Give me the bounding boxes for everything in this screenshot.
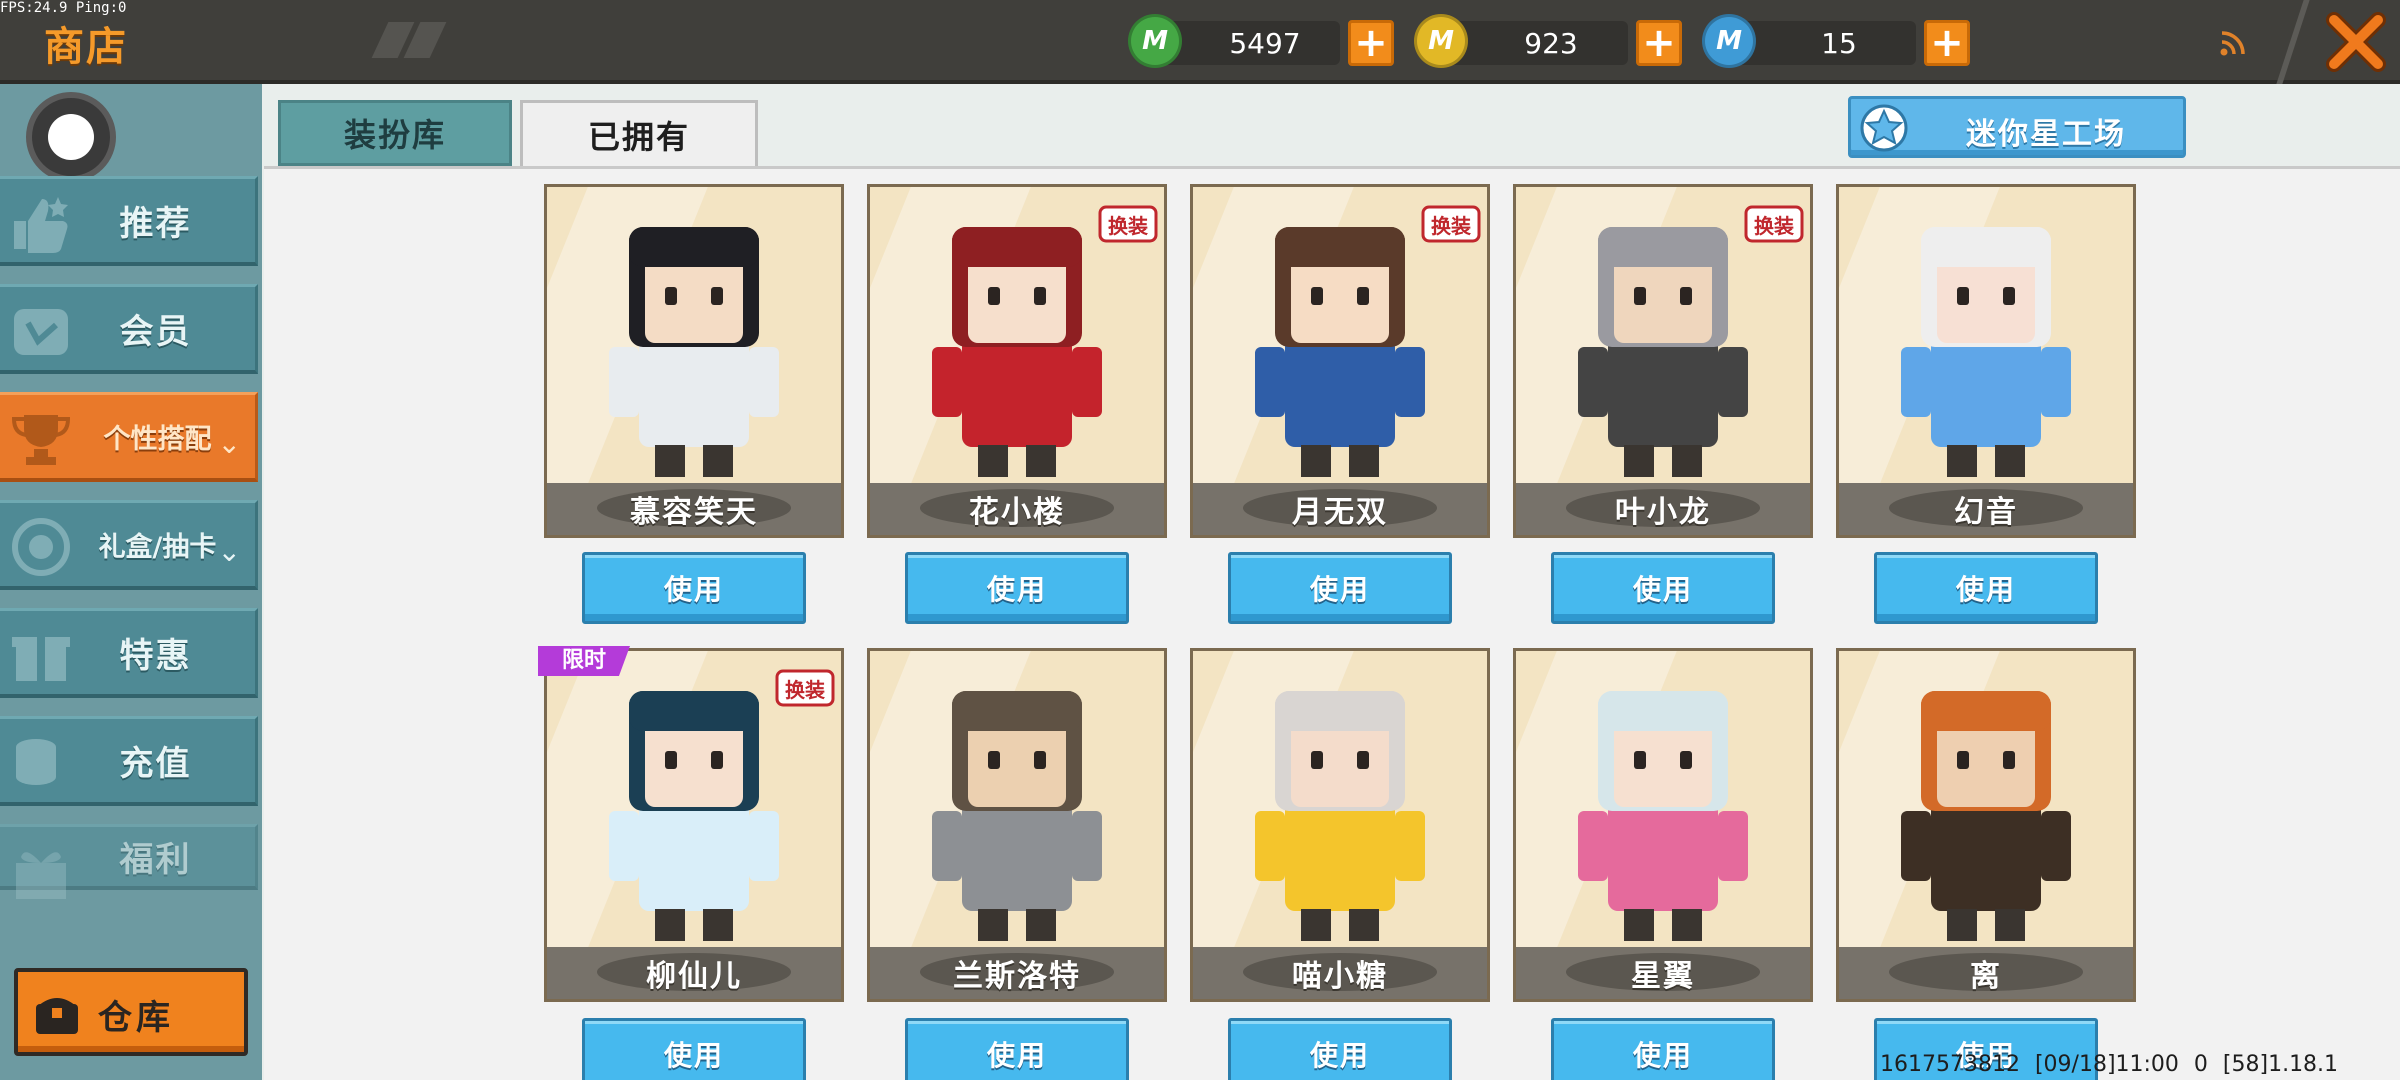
header-divider	[2276, 0, 2310, 84]
skin-card[interactable]: 换装柳仙儿	[544, 648, 844, 1002]
use-skin-button[interactable]: 使用	[1228, 552, 1452, 624]
tab-outfit-library[interactable]: 装扮库	[278, 100, 512, 166]
character-portrait	[932, 691, 1102, 941]
chevron-down-icon: ⌄	[217, 427, 241, 460]
sidebar-item-style[interactable]: 个性搭配 ⌄	[0, 392, 258, 482]
skin-name: 离	[1970, 959, 2002, 994]
blue-star-coin-icon: M	[1702, 14, 1756, 68]
use-skin-button[interactable]: 使用	[582, 1018, 806, 1080]
skin-card[interactable]: 喵小糖	[1190, 648, 1490, 1002]
skin-name: 花小楼	[969, 495, 1065, 530]
sidebar-item-label: 充值	[119, 744, 192, 784]
chevron-down-icon: ⌄	[217, 535, 241, 568]
sidebar-item-lottery[interactable]: 礼盒/抽卡 ⌄	[0, 500, 258, 590]
skin-name: 兰斯洛特	[953, 959, 1081, 994]
skin-card[interactable]: 离	[1836, 648, 2136, 1002]
skin-name: 慕容笑天	[630, 495, 758, 530]
sidebar-item-vip[interactable]: 会员	[0, 284, 258, 374]
badge-text: 换装	[1108, 214, 1148, 238]
sidebar-item-recommend[interactable]: 推荐	[0, 176, 258, 266]
warehouse-button[interactable]: 仓库	[14, 968, 248, 1056]
sidebar-item-label: 福利	[119, 840, 192, 880]
close-button[interactable]	[2320, 6, 2392, 78]
sidebar-item-special-offers[interactable]: 特惠	[0, 608, 258, 698]
use-skin-button[interactable]: 使用	[905, 1018, 1129, 1080]
skin-card[interactable]: 换装花小楼	[867, 184, 1167, 538]
skin-card[interactable]: 换装叶小龙	[1513, 184, 1813, 538]
badge-text: 换装	[785, 678, 825, 702]
use-skin-button[interactable]: 使用	[1874, 552, 2098, 624]
use-skin-button[interactable]: 使用	[1228, 1018, 1452, 1080]
mini-workshop-button[interactable]: 迷你星工场	[1848, 96, 2186, 158]
chest-icon	[36, 998, 78, 1034]
use-skin-button[interactable]: 使用	[1551, 1018, 1775, 1080]
outfit-change-badge-icon: 换装	[1421, 205, 1481, 243]
skin-card[interactable]: 兰斯洛特	[867, 648, 1167, 1002]
skin-card[interactable]: 慕容笑天	[544, 184, 844, 538]
page-title: 商店	[44, 24, 128, 70]
stars-count: 15	[1821, 27, 1857, 60]
gems-count: 5497	[1229, 27, 1301, 60]
skin-name: 月无双	[1292, 495, 1388, 530]
character-portrait	[609, 227, 779, 477]
outfit-change-badge-icon: 换装	[1098, 205, 1158, 243]
character-portrait	[1901, 227, 2071, 477]
skin-card[interactable]: 幻音	[1836, 184, 2136, 538]
top-bar: FPS:24.9 Ping:0 商店 M 5497 + M 923 + M 15…	[0, 0, 2400, 84]
mini-workshop-label: 迷你星工场	[1966, 117, 2126, 152]
green-gem-icon: M	[1128, 14, 1182, 68]
skin-card[interactable]: 换装月无双	[1190, 184, 1490, 538]
avatar[interactable]	[26, 92, 116, 182]
limited-time-badge: 限时	[538, 646, 630, 676]
coins-count: 923	[1524, 27, 1578, 60]
skin-name: 幻音	[1954, 495, 2018, 530]
add-gems-button[interactable]: +	[1348, 20, 1394, 66]
add-stars-button[interactable]: +	[1924, 20, 1970, 66]
outfit-change-badge-icon: 换装	[775, 669, 835, 707]
skin-name: 柳仙儿	[646, 959, 742, 994]
use-skin-button[interactable]: 使用	[905, 552, 1129, 624]
build-info: 1617573812 [09/18]11:00 0 [58]1.18.1	[1880, 1052, 2339, 1077]
badge-text: 换装	[1431, 214, 1471, 238]
tab-owned[interactable]: 已拥有	[520, 100, 758, 166]
sidebar-item-benefits[interactable]: 福利	[0, 824, 258, 899]
character-portrait	[1578, 691, 1748, 941]
skin-name: 星翼	[1631, 959, 1695, 994]
gold-coin-icon: M	[1414, 14, 1468, 68]
skin-name: 喵小糖	[1292, 959, 1388, 994]
skin-name: 叶小龙	[1615, 495, 1711, 530]
character-portrait	[1901, 691, 2071, 941]
star-badge-icon	[1860, 104, 1908, 152]
warehouse-label: 仓库	[98, 998, 174, 1038]
skin-card[interactable]: 星翼	[1513, 648, 1813, 1002]
use-skin-button[interactable]: 使用	[1551, 552, 1775, 624]
sidebar-item-label: 特惠	[119, 636, 192, 676]
sidebar-item-label: 会员	[119, 312, 192, 352]
use-skin-button[interactable]: 使用	[582, 552, 806, 624]
badge-text: 换装	[1754, 214, 1794, 238]
signal-icon	[2220, 31, 2245, 56]
add-coins-button[interactable]: +	[1636, 20, 1682, 66]
outfit-change-badge-icon: 换装	[1744, 205, 1804, 243]
sidebar-item-recharge[interactable]: 充值	[0, 716, 258, 806]
sidebar-item-label: 推荐	[119, 204, 192, 244]
close-icon	[2326, 12, 2386, 72]
character-portrait	[1255, 691, 1425, 941]
